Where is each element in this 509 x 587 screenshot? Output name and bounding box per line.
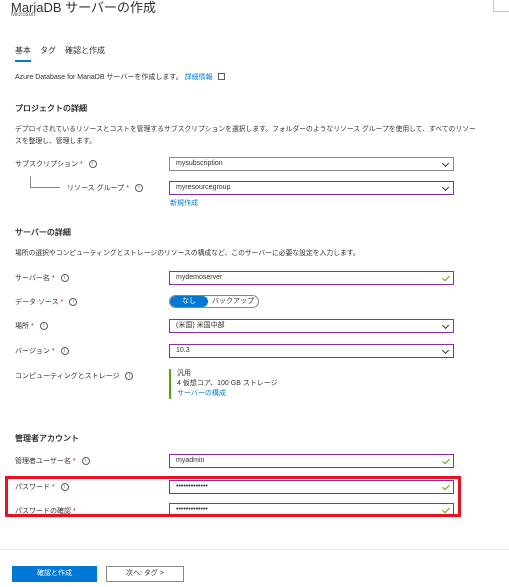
data-source-option-none[interactable]: なし bbox=[170, 296, 208, 307]
compute-storage-summary: 汎用 4 仮想コア、100 GB ストレージ サーバーの構成 bbox=[169, 369, 278, 399]
data-source-label: データ ソース * i bbox=[15, 297, 78, 307]
tab-basics[interactable]: 基本 bbox=[15, 45, 31, 62]
admin-user-label-text: 管理者ユーザー名 bbox=[15, 458, 71, 465]
info-icon[interactable]: i bbox=[88, 160, 97, 169]
configure-server-link[interactable]: サーバーの構成 bbox=[177, 389, 278, 399]
subscription-label: サブスクリプション * i bbox=[15, 159, 97, 169]
compute-tier: 汎用 bbox=[177, 370, 191, 377]
admin-username-input[interactable]: myadmin bbox=[169, 454, 454, 468]
version-dropdown[interactable]: 10.3 bbox=[169, 344, 454, 358]
compute-spec: 4 仮想コア、100 GB ストレージ bbox=[177, 380, 278, 387]
next-tags-button[interactable]: 次へ: タグ > bbox=[106, 566, 184, 582]
info-icon[interactable]: i bbox=[39, 322, 48, 331]
intro-description: Azure Database for MariaDB サーバーを作成します。 bbox=[15, 74, 183, 81]
subscription-label-text: サブスクリプション bbox=[15, 161, 78, 168]
chevron-down-icon bbox=[441, 159, 450, 168]
resource-group-label-text: リソース グループ bbox=[67, 185, 125, 192]
subscription-dropdown[interactable]: mysubscription bbox=[169, 157, 454, 171]
chevron-down-icon bbox=[441, 346, 450, 355]
resource-group-value: myresourcegroup bbox=[176, 184, 231, 191]
chevron-down-icon bbox=[441, 183, 450, 192]
version-value: 10.3 bbox=[176, 347, 190, 354]
tab-review-create[interactable]: 確認と作成 bbox=[65, 45, 105, 62]
footer-divider bbox=[0, 549, 509, 550]
info-icon[interactable]: i bbox=[60, 347, 69, 356]
checkmark-icon bbox=[442, 273, 450, 282]
resource-group-dropdown[interactable]: myresourcegroup bbox=[169, 181, 454, 195]
location-dropdown[interactable]: (米国) 米国中部 bbox=[169, 319, 454, 333]
required-marker: * bbox=[31, 323, 34, 330]
external-link-icon bbox=[217, 73, 225, 80]
server-section-title: サーバーの詳細 bbox=[15, 228, 71, 237]
info-icon[interactable]: i bbox=[134, 184, 143, 193]
required-marker: * bbox=[60, 299, 64, 306]
location-label: 場所 * i bbox=[15, 321, 48, 331]
tree-connector-horizontal bbox=[30, 187, 60, 188]
required-marker: * bbox=[51, 275, 55, 282]
required-marker: * bbox=[72, 458, 76, 465]
checkmark-icon bbox=[442, 456, 450, 465]
location-value: (米国) 米国中部 bbox=[176, 322, 225, 329]
location-label-text: 場所 bbox=[15, 323, 29, 330]
data-source-toggle[interactable]: なし バックアップ bbox=[169, 295, 259, 308]
intro-text: Azure Database for MariaDB サーバーを作成します。 詳… bbox=[15, 72, 225, 82]
admin-user-label: 管理者ユーザー名 * i bbox=[15, 456, 90, 466]
admin-username-value: myadmin bbox=[176, 457, 205, 464]
project-description: デプロイされているリソースとコストを管理するサブスクリプションを選択します。フォ… bbox=[15, 124, 500, 148]
data-source-label-text: データ ソース bbox=[15, 299, 59, 306]
window-corner-button[interactable] bbox=[493, 0, 509, 12]
tab-bar: 基本 タグ 確認と作成 bbox=[15, 45, 105, 62]
version-label: バージョン * i bbox=[15, 346, 69, 356]
server-name-label-text: サーバー名 bbox=[15, 275, 50, 282]
project-section-title: プロジェクトの詳細 bbox=[15, 104, 87, 113]
required-marker: * bbox=[126, 185, 129, 192]
project-description-line2: スを整理し、管理します。 bbox=[15, 138, 96, 145]
required-marker: * bbox=[80, 161, 83, 168]
info-icon[interactable]: i bbox=[125, 372, 134, 381]
tab-tags[interactable]: タグ bbox=[40, 45, 56, 62]
page-subtitle: Microsoft bbox=[11, 12, 36, 18]
learn-more-link[interactable]: 詳細情報 bbox=[185, 74, 213, 81]
password-highlight-box bbox=[5, 476, 461, 517]
compute-storage-label-text: コンピューティングとストレージ bbox=[15, 373, 120, 380]
create-new-resource-group-link[interactable]: 新規作成 bbox=[170, 198, 198, 208]
subscription-value: mysubscription bbox=[176, 160, 223, 167]
chevron-down-icon bbox=[441, 321, 450, 330]
info-icon[interactable]: i bbox=[69, 298, 78, 307]
required-marker: * bbox=[51, 348, 55, 355]
info-icon[interactable]: i bbox=[81, 457, 90, 466]
data-source-option-backup[interactable]: バックアップ bbox=[208, 296, 258, 307]
server-description: 場所の選択やコンピューティングとストレージのリソースの構成など、このサーバーに必… bbox=[15, 250, 360, 257]
project-description-line1: デプロイされているリソースとコストを管理するサブスクリプションを選択します。フォ… bbox=[15, 126, 476, 133]
resource-group-label: リソース グループ * i bbox=[67, 183, 143, 193]
server-name-value: mydemoserver bbox=[176, 274, 223, 281]
server-name-input[interactable]: mydemoserver bbox=[169, 271, 454, 285]
review-create-button[interactable]: 確認と作成 bbox=[12, 566, 97, 582]
info-icon[interactable]: i bbox=[60, 274, 69, 283]
version-label-text: バージョン bbox=[15, 348, 50, 355]
server-name-label: サーバー名 * i bbox=[15, 273, 69, 283]
compute-storage-label: コンピューティングとストレージ i bbox=[15, 371, 134, 381]
admin-section-title: 管理者アカウント bbox=[15, 434, 79, 443]
